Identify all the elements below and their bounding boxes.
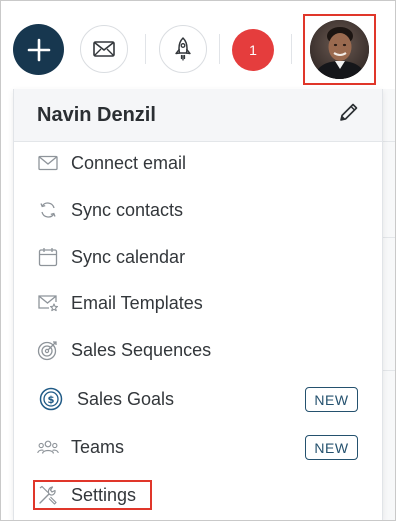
sync-icon <box>37 200 59 220</box>
menu-item-label: Sales Goals <box>77 389 175 409</box>
svg-text:$: $ <box>48 395 55 406</box>
add-button[interactable] <box>13 24 64 75</box>
menu-item-connect-email[interactable]: Connect email <box>14 141 382 185</box>
menu-item-label: Sales Sequences <box>71 340 212 360</box>
mail-button[interactable] <box>80 25 128 73</box>
menu-item-label: Connect email <box>71 153 187 173</box>
menu-item-sales-sequences[interactable]: Sales Sequences <box>14 328 382 372</box>
menu-item-label: Sync contacts <box>71 200 184 220</box>
avatar <box>310 20 369 79</box>
goal-icon: $ <box>39 387 63 411</box>
template-icon <box>37 293 59 313</box>
envelope-icon <box>37 153 59 173</box>
user-name: Navin Denzil <box>37 104 156 126</box>
menu-item-sales-goals[interactable]: $ Sales Goals NEW <box>14 377 382 421</box>
new-badge: NEW <box>305 435 358 460</box>
rocket-button[interactable] <box>159 25 207 73</box>
dropdown-header: Navin Denzil <box>14 89 382 142</box>
calendar-icon <box>37 247 59 267</box>
teams-icon <box>37 437 59 457</box>
background-divider <box>381 370 395 371</box>
menu-item-email-templates[interactable]: Email Templates <box>14 281 382 325</box>
target-icon <box>37 340 59 361</box>
pencil-icon[interactable] <box>338 101 360 123</box>
menu-item-label: Email Templates <box>71 293 203 313</box>
background-divider <box>381 141 395 142</box>
rocket-icon <box>175 37 191 61</box>
menu-item-label: Teams <box>71 437 125 457</box>
menu-item-teams[interactable]: Teams NEW <box>14 425 382 469</box>
plus-icon <box>27 38 50 61</box>
profile-dropdown-menu: Navin Denzil Connect email Sync contacts… <box>13 89 383 520</box>
menu-item-label: Sync calendar <box>71 247 186 267</box>
notifications-badge[interactable]: 1 <box>232 29 274 71</box>
new-badge: NEW <box>305 387 358 412</box>
toolbar-divider <box>145 34 146 64</box>
menu-item-sync-calendar[interactable]: Sync calendar <box>14 235 382 279</box>
toolbar-divider <box>219 34 220 64</box>
top-toolbar: 1 <box>1 1 395 89</box>
screenshot-frame: 1 Navin Denzil Connect email Sync contac… <box>0 0 396 521</box>
menu-item-sync-contacts[interactable]: Sync contacts <box>14 188 382 232</box>
background-page-strip <box>381 89 395 520</box>
envelope-icon <box>93 41 115 57</box>
background-divider <box>381 237 395 238</box>
avatar-photo <box>310 20 369 79</box>
avatar-button[interactable] <box>303 14 376 85</box>
toolbar-divider <box>291 34 292 64</box>
settings-highlight-box <box>33 480 152 510</box>
